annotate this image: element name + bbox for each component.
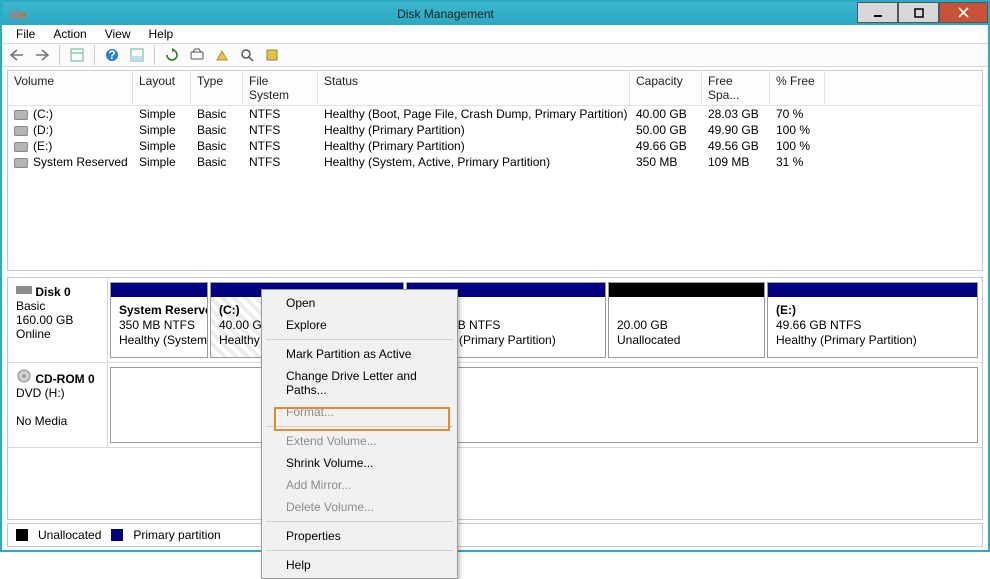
col-free-space[interactable]: Free Spa... [702, 71, 770, 105]
volume-icon [14, 110, 28, 120]
ctx-open[interactable]: Open [264, 292, 455, 314]
cdrom-partition-empty[interactable] [110, 367, 978, 443]
partition-system-reserved[interactable]: System Reserve350 MB NTFSHealthy (System… [110, 282, 208, 358]
ctx-mark-active[interactable]: Mark Partition as Active [264, 343, 455, 365]
close-button[interactable] [939, 2, 988, 23]
legend: Unallocated Primary partition [7, 523, 983, 547]
legend-swatch-primary [111, 529, 123, 541]
volume-icon [14, 158, 28, 168]
legend-label-unallocated: Unallocated [38, 528, 101, 542]
ctx-extend-volume: Extend Volume... [264, 430, 455, 452]
volume-row[interactable]: (E:)SimpleBasicNTFSHealthy (Primary Part… [8, 138, 982, 154]
col-status[interactable]: Status [318, 71, 630, 105]
col-type[interactable]: Type [191, 71, 243, 105]
volume-list: Volume Layout Type File System Status Ca… [7, 70, 983, 271]
legend-label-primary: Primary partition [133, 528, 220, 542]
minimize-button[interactable] [857, 2, 898, 23]
ctx-delete-volume: Delete Volume... [264, 496, 455, 518]
menu-action[interactable]: Action [45, 25, 94, 43]
back-button[interactable] [6, 44, 28, 66]
view-bottom-icon[interactable] [126, 44, 148, 66]
attach-vhd-icon[interactable] [211, 44, 233, 66]
svg-text:?: ? [108, 48, 115, 62]
pane-options-icon[interactable] [66, 44, 88, 66]
col-volume[interactable]: Volume [8, 71, 133, 105]
volume-icon [14, 142, 28, 152]
ctx-change-drive-letter[interactable]: Change Drive Letter and Paths... [264, 365, 455, 401]
cdrom-icon [16, 369, 32, 383]
disk0-label[interactable]: Disk 0 Basic 160.00 GB Online [8, 278, 108, 362]
legend-swatch-unallocated [16, 529, 28, 541]
partition-unallocated[interactable]: 20.00 GBUnallocated [608, 282, 765, 358]
disk-management-window: Disk Management File Action View Help ? … [0, 0, 990, 552]
ctx-format: Format... [264, 401, 455, 423]
menu-help[interactable]: Help [141, 25, 182, 43]
toolbar: ? [2, 44, 988, 67]
partition-e[interactable]: (E:)49.66 GB NTFSHealthy (Primary Partit… [767, 282, 978, 358]
col-capacity[interactable]: Capacity [630, 71, 702, 105]
volume-row[interactable]: (D:)SimpleBasicNTFSHealthy (Primary Part… [8, 122, 982, 138]
volume-row[interactable]: (C:)SimpleBasicNTFSHealthy (Boot, Page F… [8, 106, 982, 122]
window-title: Disk Management [34, 7, 857, 21]
maximize-button[interactable] [898, 2, 939, 23]
disk-icon [16, 284, 32, 296]
forward-button[interactable] [31, 44, 53, 66]
disk-mgmt-icon [8, 5, 28, 25]
action-menu-icon[interactable] [261, 44, 283, 66]
cdrom-label[interactable]: CD-ROM 0 DVD (H:) No Media [8, 363, 108, 447]
context-menu: Open Explore Mark Partition as Active Ch… [261, 289, 458, 579]
refresh-icon[interactable] [161, 44, 183, 66]
find-icon[interactable] [236, 44, 258, 66]
ctx-shrink-volume[interactable]: Shrink Volume... [264, 452, 455, 474]
ctx-add-mirror: Add Mirror... [264, 474, 455, 496]
rescan-disks-icon[interactable] [186, 44, 208, 66]
help-icon[interactable]: ? [101, 44, 123, 66]
ctx-help[interactable]: Help [264, 554, 455, 576]
col-filesystem[interactable]: File System [243, 71, 318, 105]
disk-graphical-view: Disk 0 Basic 160.00 GB Online System Res… [7, 277, 983, 520]
col-layout[interactable]: Layout [133, 71, 191, 105]
menu-file[interactable]: File [8, 25, 43, 43]
ctx-explore[interactable]: Explore [264, 314, 455, 336]
ctx-properties[interactable]: Properties [264, 525, 455, 547]
volume-icon [14, 126, 28, 136]
menubar: File Action View Help [2, 25, 988, 44]
col-pct-free[interactable]: % Free [770, 71, 825, 105]
menu-view[interactable]: View [97, 25, 139, 43]
volume-row[interactable]: System ReservedSimpleBasicNTFSHealthy (S… [8, 154, 982, 170]
titlebar[interactable]: Disk Management [2, 2, 988, 25]
